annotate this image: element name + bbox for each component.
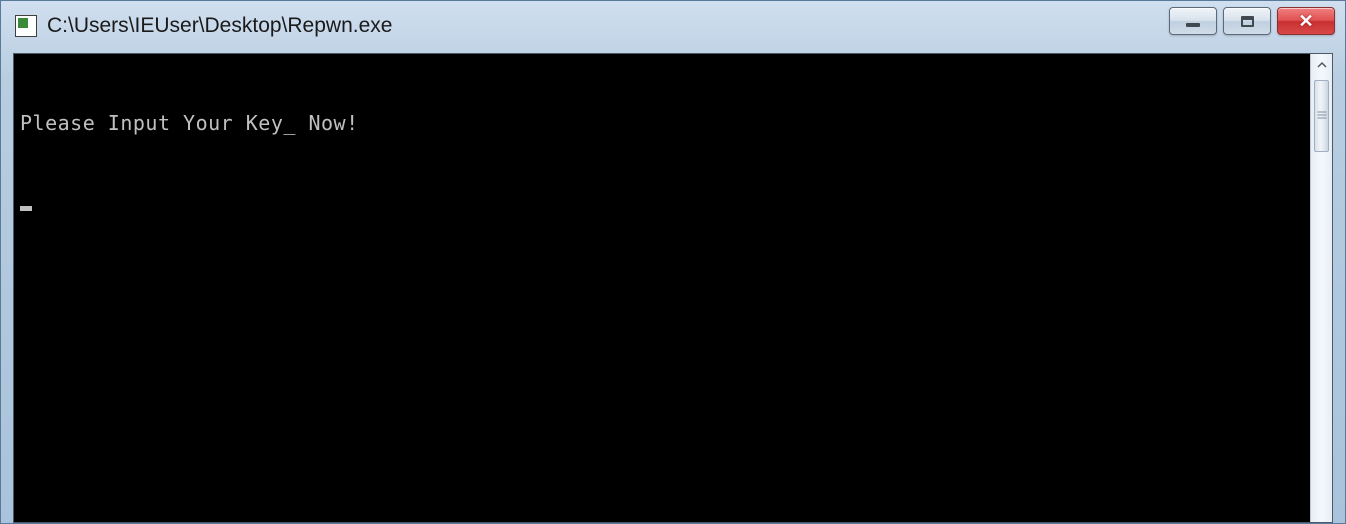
maximize-icon xyxy=(1241,16,1254,27)
application-window: C:\Users\IEUser\Desktop\Repwn.exe ✕ Plea… xyxy=(0,0,1346,524)
vertical-scrollbar[interactable] xyxy=(1310,54,1332,522)
maximize-button[interactable] xyxy=(1223,7,1271,35)
console-output[interactable]: Please Input Your Key_ Now! xyxy=(14,54,1310,522)
app-icon xyxy=(15,15,37,37)
console-input-line xyxy=(20,188,1304,214)
window-controls: ✕ xyxy=(1169,7,1335,35)
titlebar[interactable]: C:\Users\IEUser\Desktop\Repwn.exe ✕ xyxy=(1,1,1345,51)
scroll-thumb[interactable] xyxy=(1314,80,1329,152)
scroll-up-button[interactable] xyxy=(1311,54,1332,76)
console-line: Please Input Your Key_ Now! xyxy=(20,110,1304,136)
window-title: C:\Users\IEUser\Desktop\Repwn.exe xyxy=(47,14,1337,38)
minimize-button[interactable] xyxy=(1169,7,1217,35)
cursor-icon xyxy=(20,206,32,211)
close-icon: ✕ xyxy=(1298,12,1313,30)
scroll-track[interactable] xyxy=(1311,76,1332,522)
chevron-up-icon xyxy=(1317,60,1327,70)
minimize-icon xyxy=(1186,23,1200,27)
close-button[interactable]: ✕ xyxy=(1277,7,1335,35)
client-area: Please Input Your Key_ Now! xyxy=(13,53,1333,523)
